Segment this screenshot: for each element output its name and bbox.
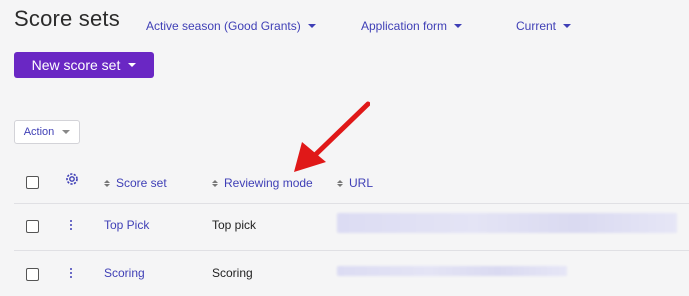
annotation-arrow-icon (294, 101, 370, 172)
score-set-link[interactable]: Scoring (104, 266, 145, 280)
action-label: Action (23, 126, 55, 138)
column-header-score-set[interactable]: Score set (104, 176, 167, 190)
column-header-url[interactable]: URL (337, 176, 373, 190)
new-score-set-button[interactable]: New score set (14, 52, 154, 78)
page-title: Score sets (14, 6, 120, 31)
column-header-reviewing-mode-label: Reviewing mode (224, 176, 313, 190)
column-header-score-set-label: Score set (116, 176, 167, 190)
chevron-down-icon (563, 24, 572, 28)
divider (14, 250, 689, 251)
divider (14, 203, 689, 204)
form-filter-label: Application form (361, 19, 448, 33)
score-set-link[interactable]: Top Pick (104, 218, 149, 232)
select-all-checkbox[interactable] (26, 176, 39, 189)
chevron-down-icon (307, 24, 316, 28)
kebab-icon[interactable] (70, 268, 73, 278)
column-header-url-label: URL (349, 176, 374, 190)
column-header-reviewing-mode[interactable]: Reviewing mode (212, 176, 313, 190)
url-cell[interactable] (337, 213, 677, 233)
form-filter[interactable]: Application form (361, 19, 463, 33)
chevron-down-icon (454, 24, 463, 28)
season-filter[interactable]: Active season (Good Grants) (146, 19, 316, 33)
row-checkbox[interactable] (26, 220, 39, 233)
chevron-down-icon (62, 130, 71, 134)
status-filter-label: Current (516, 19, 557, 33)
sort-icon (104, 179, 110, 187)
url-cell[interactable] (337, 266, 567, 276)
reviewing-mode-cell: Scoring (212, 266, 253, 280)
gear-icon[interactable] (64, 171, 80, 187)
row-checkbox[interactable] (26, 268, 39, 281)
season-filter-label: Active season (Good Grants) (146, 19, 301, 33)
reviewing-mode-cell: Top pick (212, 218, 257, 232)
sort-icon (212, 179, 218, 187)
sort-icon (337, 179, 343, 187)
new-score-set-label: New score set (31, 57, 121, 73)
status-filter[interactable]: Current (516, 19, 572, 33)
chevron-down-icon (128, 63, 137, 67)
kebab-icon[interactable] (70, 220, 73, 230)
action-dropdown[interactable]: Action (14, 120, 80, 144)
